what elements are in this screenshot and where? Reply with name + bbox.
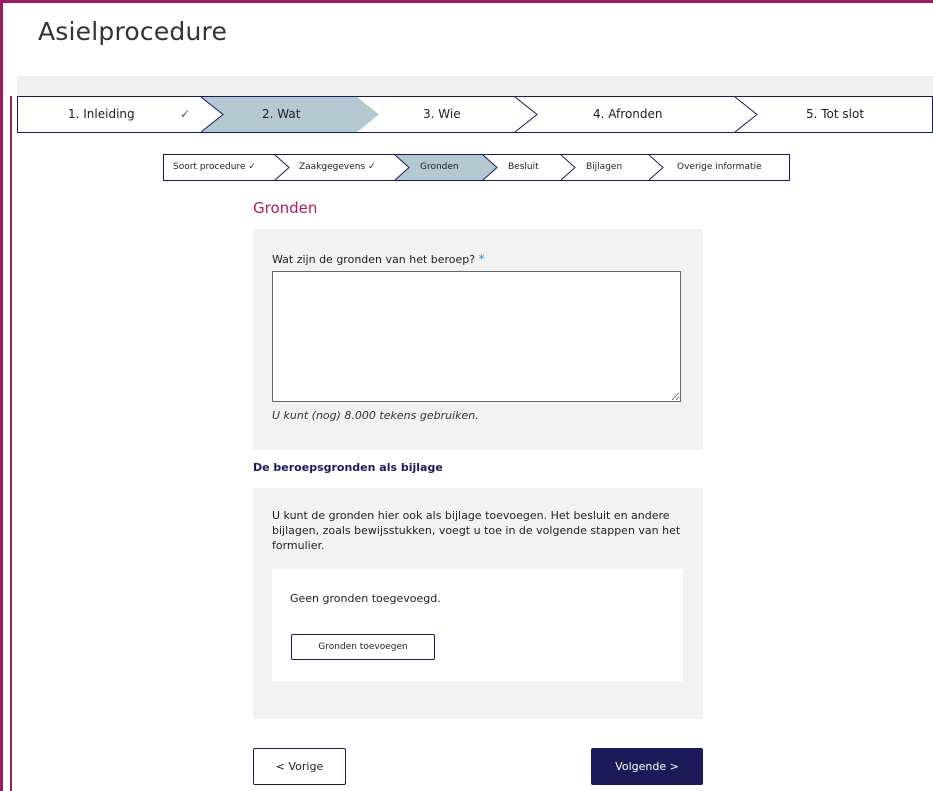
main-stepper — [17, 96, 933, 133]
header-strip — [17, 76, 933, 96]
next-button[interactable]: Volgende > — [591, 748, 703, 785]
character-count-hint: U kunt (nog) 8.000 tekens gebruiken. — [272, 409, 479, 422]
substep-bijlagen[interactable]: Bijlagen — [586, 162, 622, 172]
grounds-question-label: Wat zijn de gronden van het beroep? * — [272, 252, 485, 266]
substep-besluit[interactable]: Besluit — [508, 162, 539, 172]
grounds-textarea[interactable] — [272, 271, 681, 402]
step-4-afronden[interactable]: 4. Afronden — [593, 107, 663, 121]
add-grounds-button[interactable]: Gronden toevoegen — [291, 634, 435, 660]
attachment-description: U kunt de gronden hier ook als bijlage t… — [272, 509, 681, 552]
left-accent-rule — [10, 96, 12, 791]
substep-gronden[interactable]: Gronden — [420, 162, 459, 172]
attachment-heading: De beroepsgronden als bijlage — [253, 461, 443, 474]
substep-soort-procedure[interactable]: Soort procedure ✓ — [173, 162, 256, 172]
grounds-question-text: Wat zijn de gronden van het beroep? — [272, 253, 476, 266]
substep-zaakgegevens[interactable]: Zaakgegevens ✓ — [299, 162, 376, 172]
page-title: Asielprocedure — [38, 17, 228, 46]
window-left-border — [0, 0, 3, 791]
step-3-wie[interactable]: 3. Wie — [423, 107, 461, 121]
previous-button[interactable]: < Vorige — [253, 748, 346, 785]
required-star-icon: * — [478, 252, 485, 266]
step-1-check-icon: ✓ — [180, 107, 191, 121]
step-5-tot-slot[interactable]: 5. Tot slot — [806, 107, 864, 121]
step-1-inleiding[interactable]: 1. Inleiding — [68, 107, 135, 121]
substep-overige-informatie[interactable]: Overige informatie — [677, 162, 762, 172]
step-2-wat[interactable]: 2. Wat — [262, 107, 300, 121]
section-title: Gronden — [253, 199, 318, 217]
no-grounds-text: Geen gronden toegevoegd. — [290, 592, 441, 605]
attachment-list-box — [272, 569, 683, 681]
